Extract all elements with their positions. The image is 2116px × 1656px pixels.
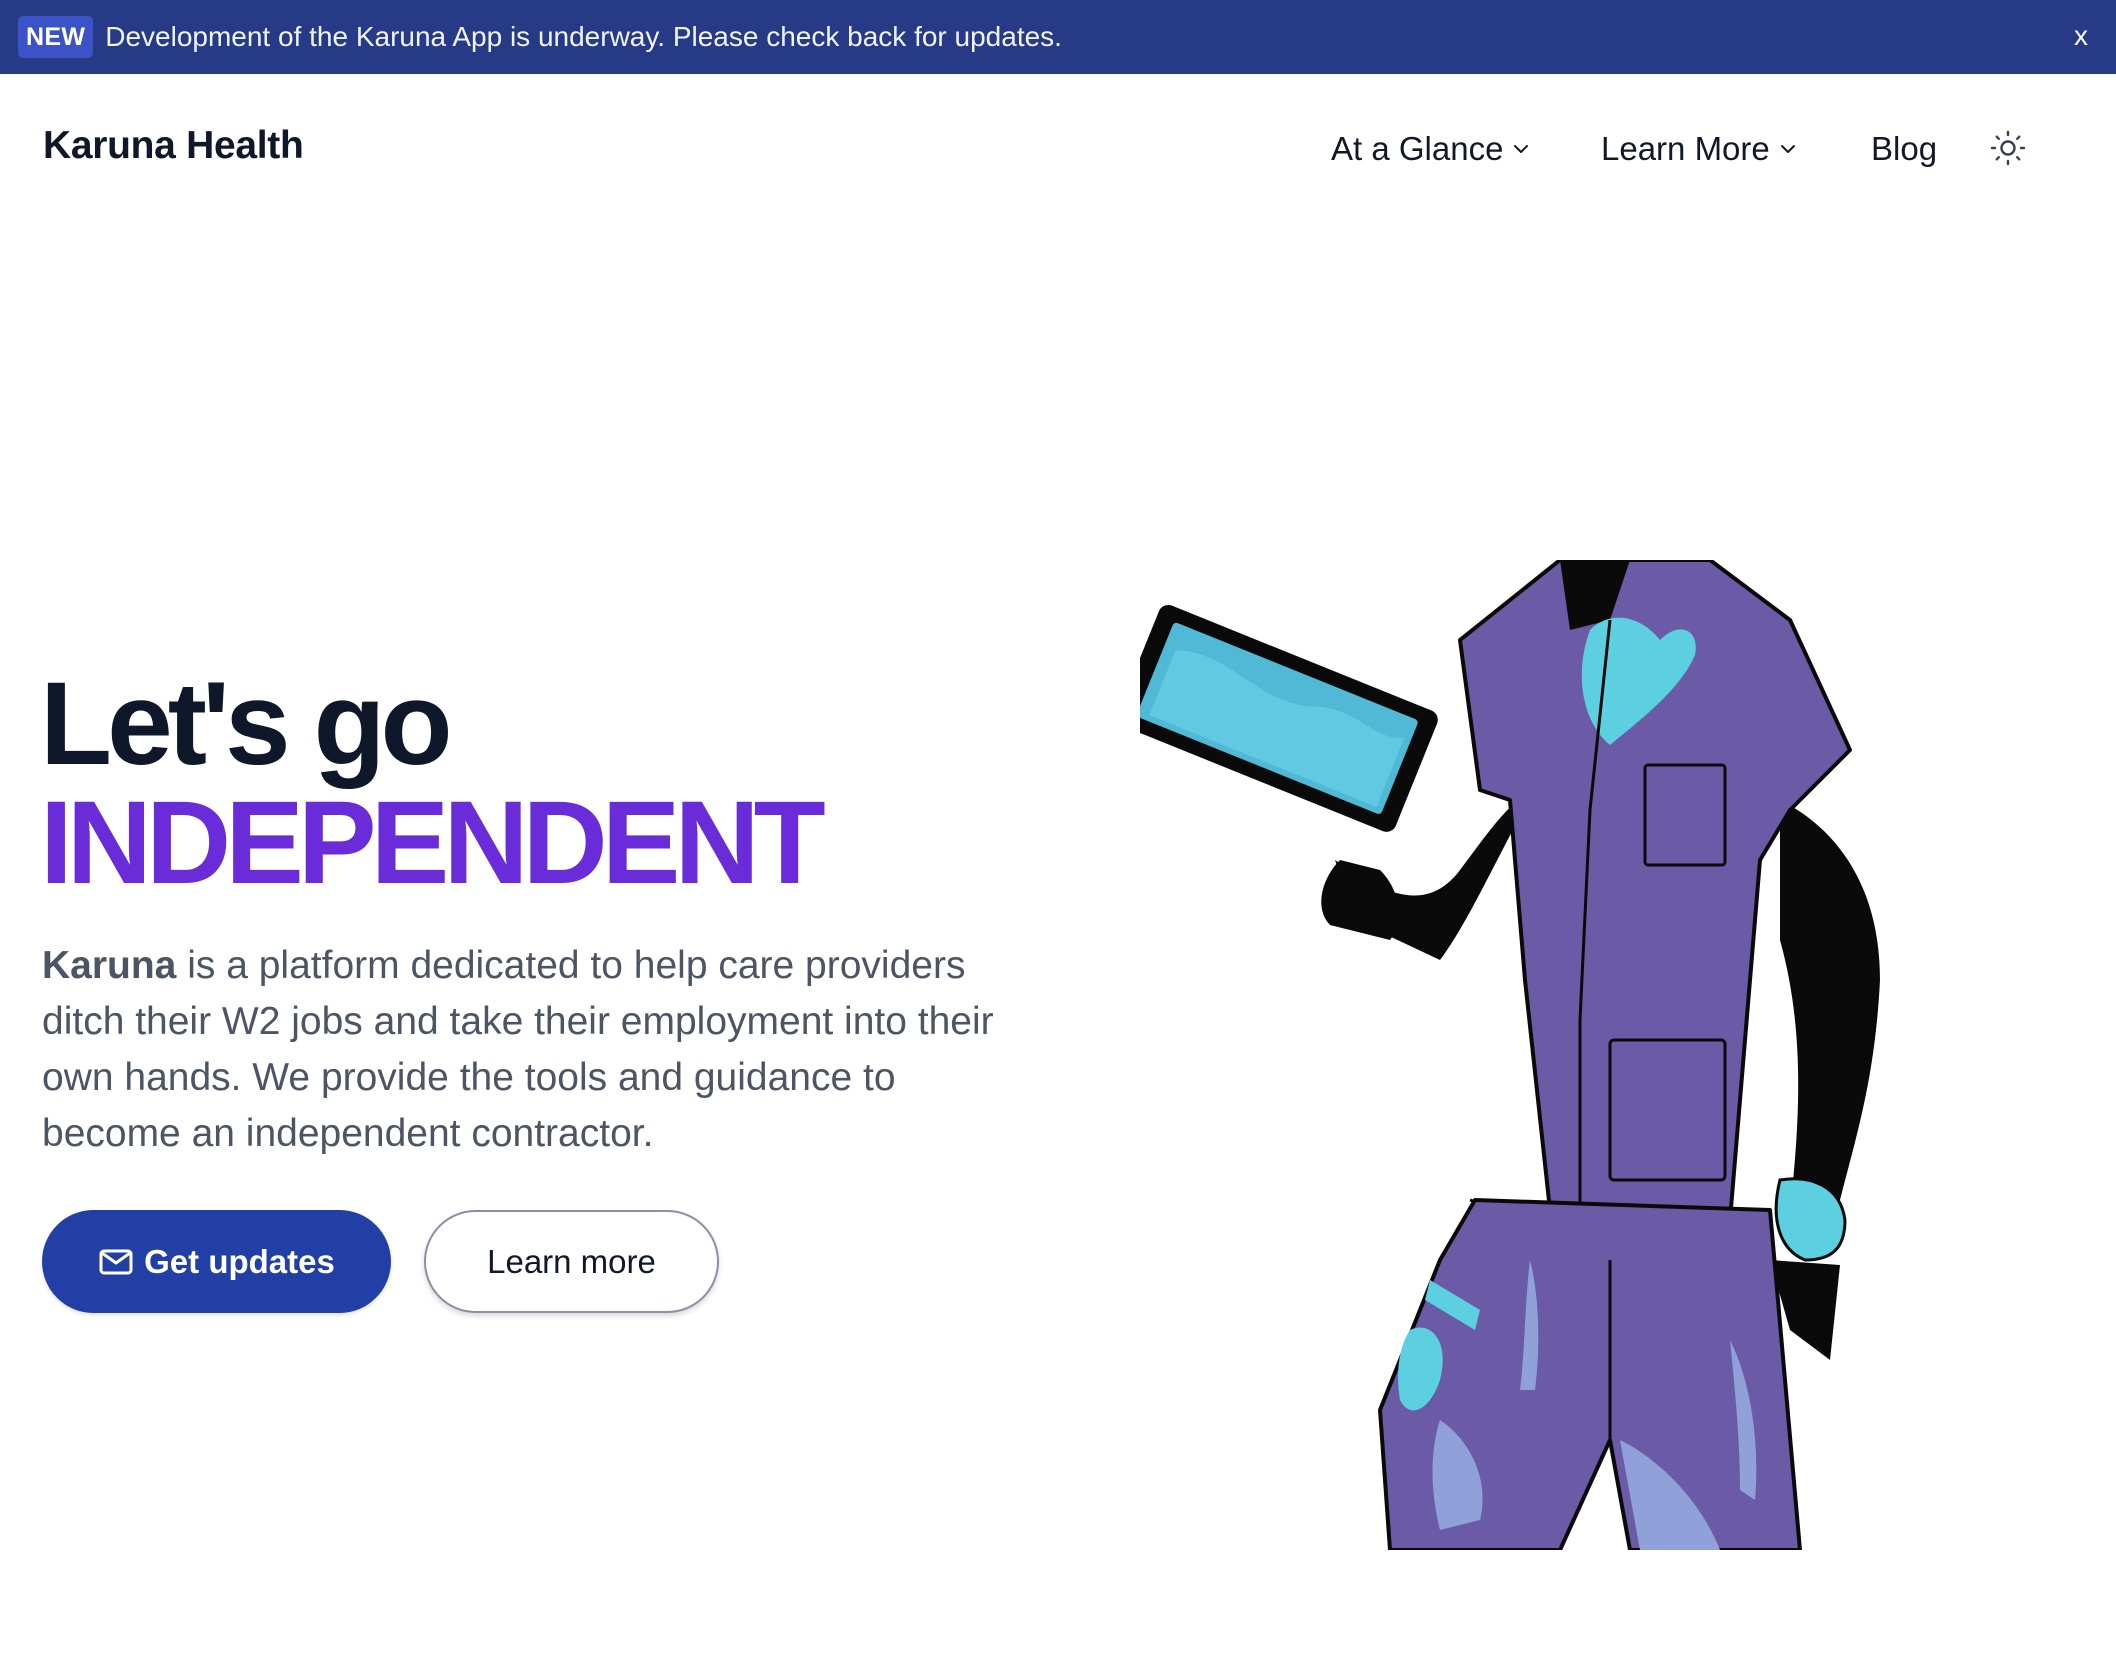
nav-at-a-glance-label: At a Glance: [1331, 130, 1504, 167]
nav-learn-more[interactable]: Learn More: [1601, 126, 1798, 172]
nav-at-a-glance[interactable]: At a Glance: [1331, 126, 1531, 172]
chevron-down-icon: [1778, 139, 1798, 159]
nav-learn-more-label: Learn More: [1601, 130, 1770, 167]
announcement-message: Development of the Karuna App is underwa…: [105, 21, 1062, 52]
mail-icon: [98, 1247, 134, 1277]
hero-description-brand: Karuna: [42, 944, 177, 987]
announcement-banner: NEW Development of the Karuna App is und…: [0, 0, 2116, 74]
get-updates-button[interactable]: Get updates: [42, 1210, 391, 1313]
chevron-down-icon: [1511, 139, 1531, 159]
close-banner-button[interactable]: x: [2066, 16, 2096, 56]
sun-icon: [1990, 130, 2026, 166]
care-provider-illustration: [1140, 560, 1880, 1550]
hero-title-line2: INDEPENDENT: [40, 777, 826, 909]
site-header: Karuna Health At a Glance Learn More Blo…: [0, 74, 2116, 226]
theme-toggle-button[interactable]: [1988, 128, 2028, 168]
hero-title-line1: Let's go: [40, 658, 453, 790]
learn-more-button[interactable]: Learn more: [424, 1210, 719, 1313]
learn-more-label: Learn more: [487, 1242, 656, 1280]
nav-blog[interactable]: Blog: [1871, 126, 1937, 172]
new-badge: NEW: [18, 16, 94, 58]
site-logo[interactable]: Karuna Health: [43, 124, 304, 168]
get-updates-label: Get updates: [144, 1242, 335, 1280]
hero-description-text: is a platform dedicated to help care pro…: [42, 944, 994, 1155]
nav-blog-label: Blog: [1871, 130, 1938, 167]
hero-description: Karuna is a platform dedicated to help c…: [42, 938, 1032, 1162]
